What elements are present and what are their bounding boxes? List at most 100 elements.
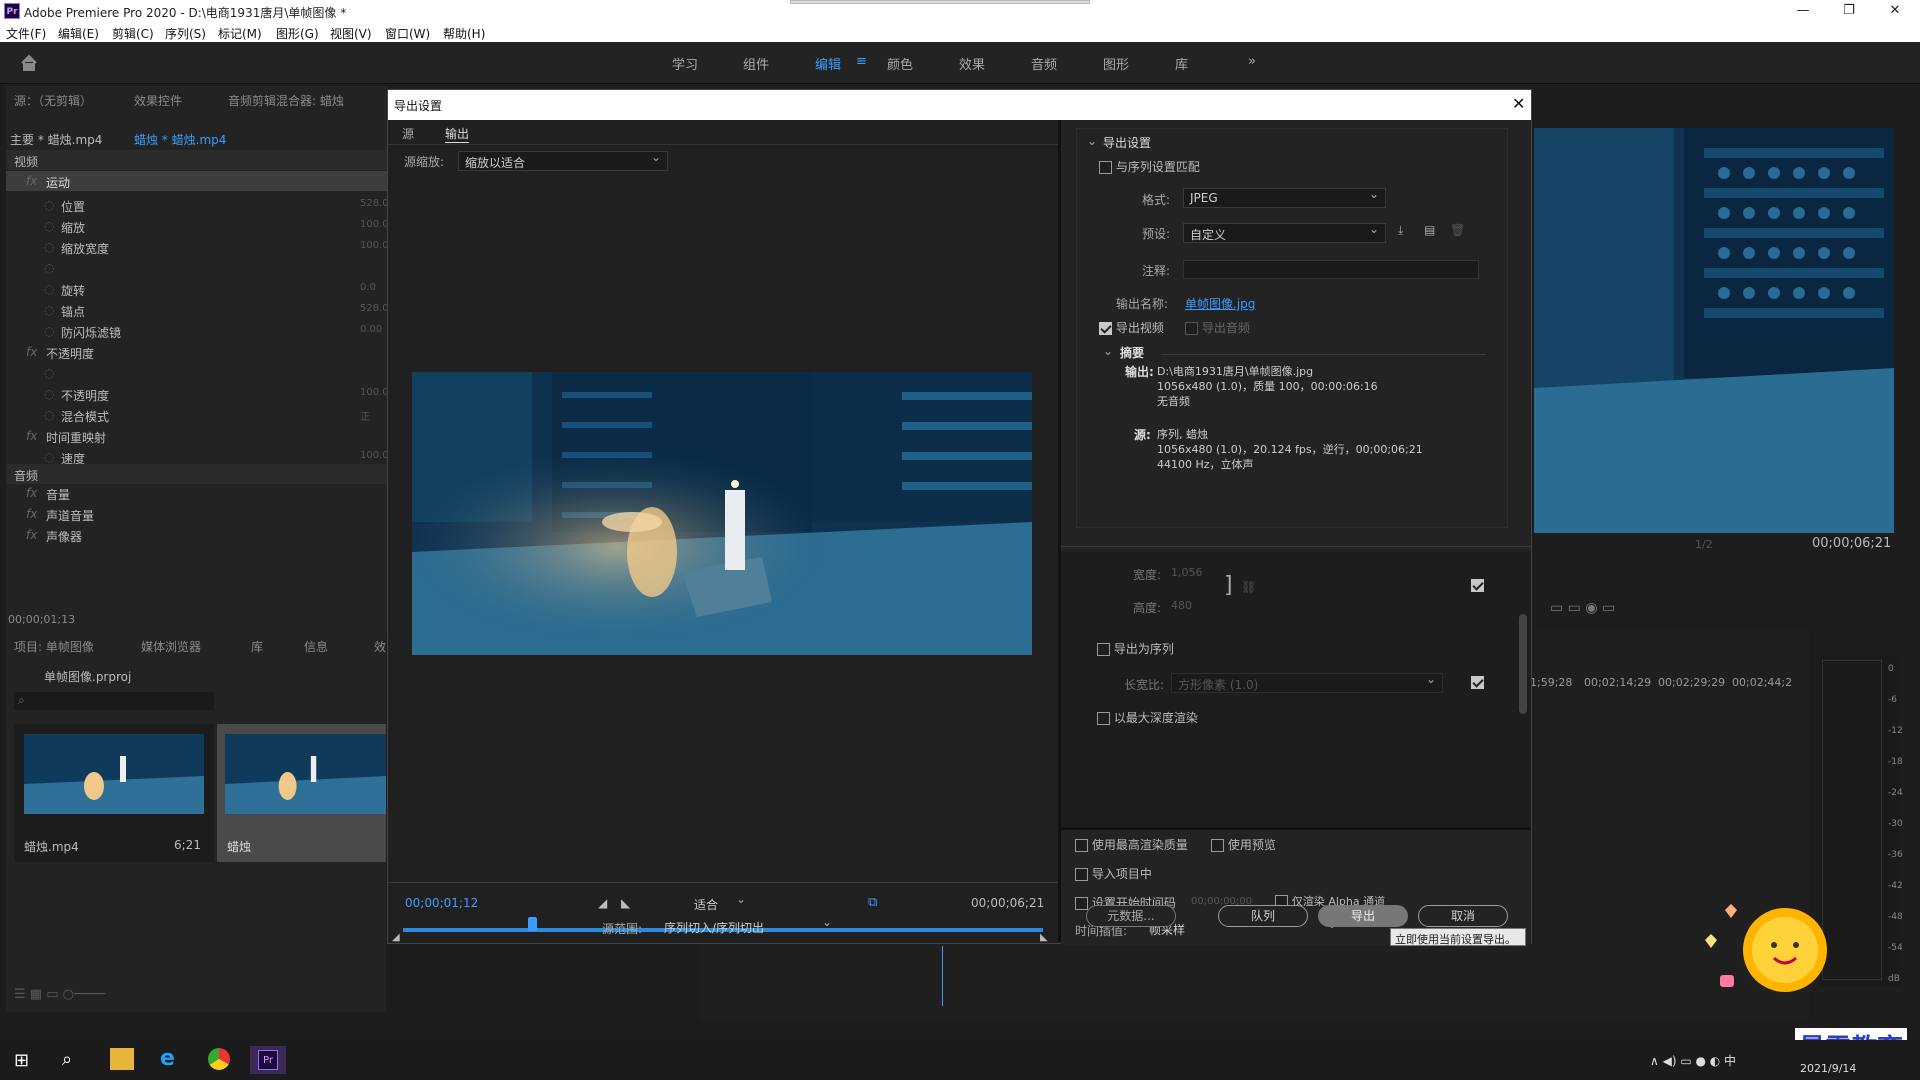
effect-property-row[interactable]: 不透明度 fx [6,345,386,366]
scrubber-playhead[interactable] [528,917,537,931]
menu-sequence[interactable]: 序列(S) [165,25,206,42]
cancel-button[interactable]: 取消 [1418,905,1508,927]
project-item-mp4[interactable]: 蜡烛.mp4 6;21 [14,724,214,862]
search-icon[interactable]: ⌕ [62,1049,72,1070]
clip-master-label[interactable]: 主要 * 蜡烛.mp4 [10,131,102,148]
more-workspaces-icon[interactable]: » [1248,54,1256,69]
mark-out-icon[interactable]: ◣ [621,896,630,910]
workspace-effects[interactable]: 效果 [959,54,985,73]
max-depth-checkbox[interactable]: 以最大深度渲染 [1097,709,1198,726]
match-sequence-checkbox[interactable]: 与序列设置匹配 [1099,158,1200,175]
tab-source[interactable]: 源：（无剪辑） [14,92,92,109]
menu-view[interactable]: 视图(V) [330,25,372,42]
effect-property-row[interactable]: ◌ [6,366,386,387]
use-previews-checkbox[interactable]: 使用预览 [1211,836,1276,853]
max-render-quality-checkbox[interactable]: 使用最高渲染质量 [1075,836,1188,853]
workspace-editing[interactable]: 编辑 [815,54,841,73]
comment-input[interactable] [1183,260,1479,279]
home-icon[interactable] [20,54,38,72]
preset-select[interactable]: 自定义 [1183,222,1386,243]
aspect-ratio-match-checkbox[interactable] [1471,675,1484,689]
program-transport-icons[interactable]: ▭ ▭ ◉ ▭ [1550,600,1890,620]
menu-edit[interactable]: 编辑(E) [58,25,99,42]
premiere-taskbar-icon[interactable]: Pr [250,1046,286,1074]
tab-effects[interactable]: 效 [374,638,386,655]
menu-window[interactable]: 窗口(W) [385,25,430,42]
minimize-button[interactable]: — [1780,0,1826,22]
project-item-sequence[interactable]: 蜡烛 [217,724,386,862]
format-select[interactable]: JPEG [1183,187,1386,208]
save-preset-icon[interactable]: ⤓ [1398,223,1403,238]
export-button[interactable]: 导出 [1318,905,1408,927]
settings-scrollbar[interactable] [1519,614,1527,714]
tab-info[interactable]: 信息 [304,638,328,655]
tab-effect-controls[interactable]: 效果控件 [134,92,182,109]
range-end-handle[interactable]: ◣ [1040,932,1048,943]
workspace-audio[interactable]: 音频 [1031,54,1057,73]
tab-media-browser[interactable]: 媒体浏览器 [141,638,201,655]
source-range-select[interactable]: 序列切入/序列切出 [658,915,838,937]
effect-property-row[interactable]: 缩放 ◌ 100.0 [6,219,389,240]
tab-source-preview[interactable]: 源 [402,125,414,142]
workspace-graphics[interactable]: 图形 [1103,54,1129,73]
effect-property-row[interactable]: 旋转 ◌ 0.0 [6,282,386,303]
fit-select[interactable]: 适合 [688,892,752,914]
height-value[interactable]: 480 [1171,599,1192,612]
width-value[interactable]: 1,056 [1171,566,1203,579]
audio-volume-row[interactable]: fx 音量 [6,486,386,507]
system-tray-icons[interactable]: ∧ ◀) ▭ ● ◐ 中 [1650,1052,1736,1069]
menu-graphics[interactable]: 图形(G) [276,25,319,42]
aspect-ratio-select[interactable]: 方形像素 (1.0) [1171,672,1443,693]
close-button[interactable]: ✕ [1872,0,1918,22]
tab-libraries[interactable]: 库 [251,638,263,655]
tab-project[interactable]: 项目: 单帧图像 [14,638,94,655]
workspace-assembly[interactable]: 组件 [743,54,769,73]
mark-in-icon[interactable]: ◢ [598,896,607,910]
edge-browser-icon[interactable]: e [160,1048,184,1070]
workspace-menu-icon[interactable]: ≡ [856,54,867,69]
chrome-icon[interactable] [208,1048,230,1070]
workspace-learn[interactable]: 学习 [672,54,698,73]
source-scale-select[interactable]: 缩放以适合 [458,150,668,171]
audio-channel-volume-row[interactable]: fx 声道音量 [6,507,386,528]
effect-property-row[interactable]: 锚点 ◌ 528.0 [6,303,389,324]
import-preset-icon[interactable]: ▤ [1424,223,1435,237]
tab-output-preview[interactable]: 输出 [445,125,470,143]
effect-property-row[interactable]: ◌ [6,261,386,282]
audio-panner-row[interactable]: fx 声像器 [6,528,386,549]
motion-row[interactable]: fx 运动 [6,171,388,191]
aspect-toggle-icon[interactable]: ⧉ [868,895,877,910]
import-into-project-checkbox[interactable]: 导入项目中 [1075,865,1152,882]
output-name-link[interactable]: 单帧图像.jpg [1185,295,1255,312]
effect-property-row[interactable]: 缩放宽度 ◌ 100.0 [6,240,389,261]
program-zoom-select[interactable]: 1/2 [1695,538,1713,551]
queue-button[interactable]: 队列 [1218,905,1308,927]
export-as-sequence-checkbox[interactable]: 导出为序列 [1097,640,1174,657]
effect-property-row[interactable]: 不透明度 ◌ 100.0 [6,387,389,408]
workspace-libraries[interactable]: 库 [1175,54,1188,73]
summary-collapse-icon[interactable]: ⌄ [1103,344,1113,358]
effect-property-row[interactable]: 时间重映射 fx [6,429,386,450]
windows-start-icon[interactable]: ⊞ [14,1050,29,1071]
collapse-icon[interactable]: ⌄ [1087,134,1097,148]
current-timecode[interactable]: 00;00;01;12 [405,896,478,910]
menu-clip[interactable]: 剪辑(C) [112,25,154,42]
clip-sequence-label[interactable]: 蜡烛 * 蜡烛.mp4 [134,131,226,148]
menu-marker[interactable]: 标记(M) [218,25,262,42]
video-settings-scroll[interactable]: 宽度: 1,056 高度: 480 ] ⛓ 导出为序列 长宽比: 方形像素 (1… [1061,552,1531,827]
width-height-match-checkbox[interactable] [1471,578,1484,592]
effect-property-row[interactable]: 防闪烁滤镜 ◌ 0.00 [6,324,386,345]
export-video-checkbox[interactable]: 导出视频 [1099,319,1164,336]
file-explorer-icon[interactable] [110,1048,134,1070]
project-search-input[interactable]: ⌕ [14,692,214,710]
effect-property-row[interactable]: 位置 ◌ 528.0 [6,198,389,219]
tab-audio-mixer[interactable]: 音频剪辑混合器: 蜡烛 [228,92,344,109]
effect-property-row[interactable]: 混合模式 ◌ 正 [6,408,386,429]
maximize-button[interactable]: ❐ [1826,0,1872,22]
dialog-close-icon[interactable]: ✕ [1512,94,1525,113]
metadata-button[interactable]: 元数据... [1086,905,1176,927]
export-audio-checkbox[interactable]: 导出音频 [1185,319,1250,336]
workspace-color[interactable]: 颜色 [887,54,913,73]
link-dimensions-icon[interactable]: ⛓ [1241,580,1256,594]
range-start-handle[interactable]: ◢ [392,932,400,943]
